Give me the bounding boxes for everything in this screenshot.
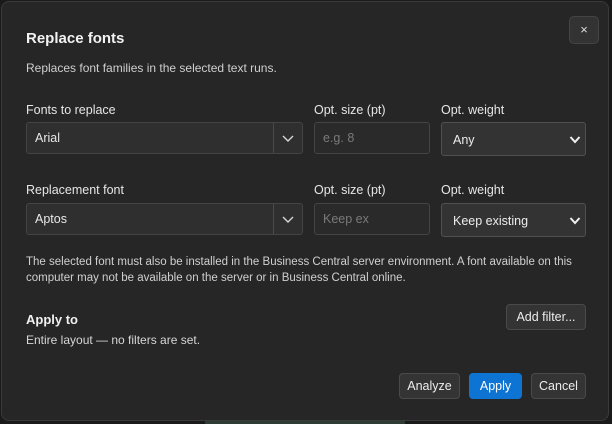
chevron-down-icon[interactable] [281, 133, 295, 143]
chevron-down-icon [569, 217, 581, 225]
chevron-down-icon[interactable] [281, 214, 295, 224]
close-button[interactable]: × [569, 16, 599, 44]
replacement-font-combobox[interactable]: Aptos [26, 203, 303, 235]
replace-size-label: Opt. size (pt) [314, 183, 386, 197]
close-icon: × [580, 22, 588, 37]
apply-to-description: Entire layout — no filters are set. [26, 333, 201, 347]
apply-to-heading: Apply to [26, 312, 78, 327]
combobox-divider [273, 123, 274, 153]
server-font-note: The selected font must also be installed… [26, 256, 572, 284]
fonts-to-replace-label: Fonts to replace [26, 103, 116, 117]
add-filter-button[interactable]: Add filter... [506, 304, 586, 330]
replace-size-input[interactable]: Keep ex [314, 203, 430, 235]
replacement-font-value: Aptos [35, 212, 67, 226]
analyze-button[interactable]: Analyze [399, 373, 460, 399]
replace-weight-select[interactable]: Keep existing [441, 203, 586, 237]
find-size-placeholder: e.g. 8 [323, 131, 355, 145]
find-size-input[interactable]: e.g. 8 [314, 122, 430, 154]
dialog-subtitle: Replaces font families in the selected t… [26, 61, 277, 75]
replacement-font-label: Replacement font [26, 183, 124, 197]
combobox-divider [273, 204, 274, 234]
dialog-title: Replace fonts [26, 30, 125, 47]
find-font-combobox[interactable]: Arial [26, 122, 303, 154]
find-weight-value: Any [453, 133, 475, 147]
replace-weight-label: Opt. weight [441, 183, 505, 197]
apply-button[interactable]: Apply [469, 373, 522, 399]
cancel-button[interactable]: Cancel [531, 373, 586, 399]
find-size-label: Opt. size (pt) [314, 103, 386, 117]
find-weight-select[interactable]: Any [441, 122, 586, 156]
replace-size-placeholder: Keep ex [323, 212, 369, 226]
find-font-value: Arial [35, 131, 61, 145]
replace-fonts-dialog: × Replace fonts Replaces font families i… [1, 1, 609, 421]
replace-weight-value: Keep existing [453, 214, 529, 228]
find-weight-label: Opt. weight [441, 103, 505, 117]
chevron-down-icon [569, 136, 581, 144]
